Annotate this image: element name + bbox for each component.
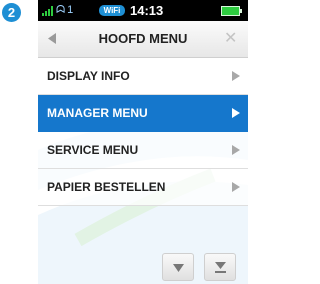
down-triangle-icon: [173, 264, 184, 272]
scroll-to-end-button[interactable]: [204, 253, 236, 281]
menu-item-label: MANAGER MENU: [47, 106, 148, 120]
chevron-right-icon: [232, 108, 240, 118]
menu-item-label: PAPIER BESTELLEN: [47, 180, 166, 194]
header-bar: HOOFD MENU ✕: [38, 21, 248, 58]
battery-icon: [221, 6, 242, 16]
device-screen: ᗣ 1 WiFi 14:13 HOOFD MENU ✕ DISPLAY INFO…: [38, 0, 248, 284]
step-number-badge: 2: [2, 3, 21, 22]
menu-item-label: SERVICE MENU: [47, 143, 139, 157]
back-icon[interactable]: [48, 33, 57, 44]
menu-item-manager-menu[interactable]: MANAGER MENU: [38, 95, 248, 132]
signal-icon: [42, 6, 53, 16]
close-icon[interactable]: ✕: [224, 30, 237, 48]
chevron-right-icon: [232, 182, 240, 192]
status-bar: ᗣ 1 WiFi 14:13: [38, 0, 248, 21]
menu-item-display-info[interactable]: DISPLAY INFO: [38, 58, 248, 95]
page-title: HOOFD MENU: [98, 31, 188, 46]
down-to-bottom-icon: [215, 262, 226, 273]
main-menu: DISPLAY INFO MANAGER MENU SERVICE MENU P…: [38, 58, 248, 206]
clock: 14:13: [130, 3, 164, 18]
connection-indicator: ᗣ 1: [56, 4, 73, 16]
chevron-right-icon: [232, 145, 240, 155]
menu-item-papier-bestellen[interactable]: PAPIER BESTELLEN: [38, 169, 248, 206]
wifi-icon: WiFi: [99, 5, 125, 16]
scroll-down-button[interactable]: [162, 253, 194, 281]
menu-item-label: DISPLAY INFO: [47, 69, 130, 83]
menu-item-service-menu[interactable]: SERVICE MENU: [38, 132, 248, 169]
chevron-right-icon: [232, 71, 240, 81]
